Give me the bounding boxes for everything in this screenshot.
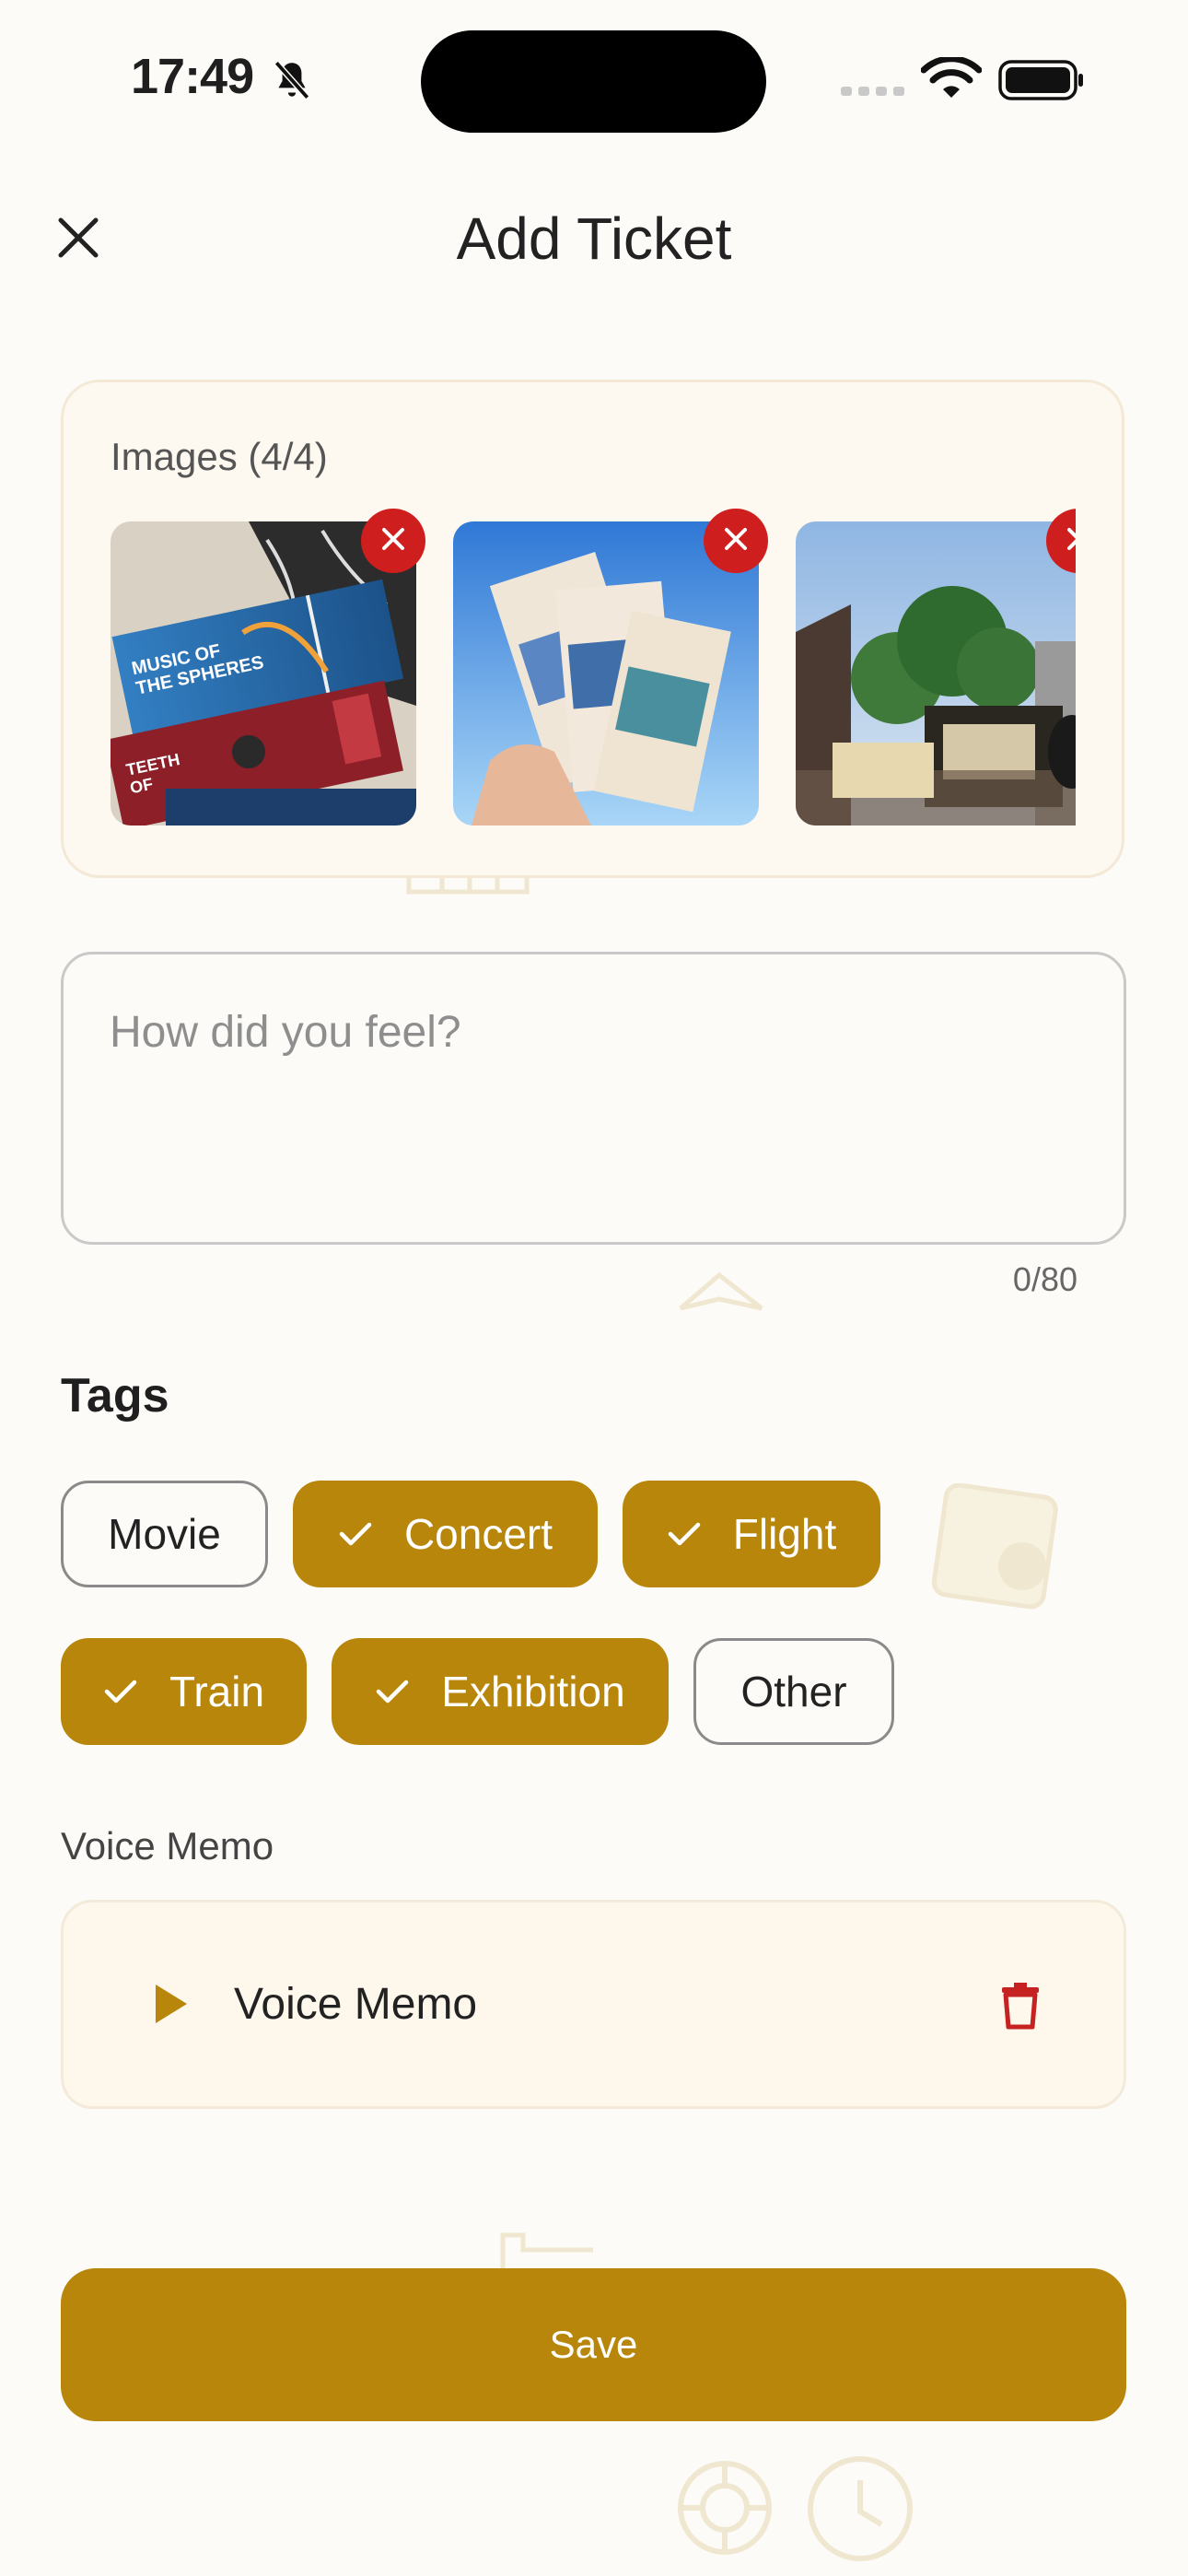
save-label: Save (549, 2323, 638, 2366)
feeling-input[interactable] (64, 954, 1124, 1242)
tag-chip-other[interactable]: Other (693, 1638, 894, 1745)
images-label: Images (4/4) (111, 435, 328, 478)
image-thumbnails-strip[interactable]: MUSIC OF THE SPHERES TEETH OF (111, 509, 1076, 840)
check-icon (338, 1520, 373, 1548)
tag-label: Flight (732, 1510, 837, 1558)
tag-label: Exhibition (441, 1668, 625, 1715)
decorative-photo-icon (930, 1482, 1068, 1617)
image-thumbnail-2[interactable] (453, 521, 759, 825)
check-icon (103, 1678, 138, 1705)
page-title: Add Ticket (456, 205, 732, 272)
tags-title: Tags (61, 1369, 169, 1423)
wifi-icon (920, 55, 983, 103)
remove-image-button-2[interactable] (704, 509, 768, 573)
close-icon (1065, 525, 1076, 557)
decorative-lifebuoy-icon (675, 2458, 775, 2562)
tag-chip-movie[interactable]: Movie (61, 1481, 268, 1587)
delete-voice-memo-button[interactable] (985, 1972, 1055, 2042)
voice-memo-section-label: Voice Memo (61, 1824, 274, 1868)
tag-chip-train[interactable]: Train (61, 1638, 307, 1745)
tag-label: Other (740, 1668, 847, 1715)
check-icon (667, 1520, 702, 1548)
dynamic-island (421, 30, 766, 133)
tag-chip-flight[interactable]: Flight (623, 1481, 880, 1587)
tag-label: Concert (403, 1510, 553, 1558)
remove-image-button-1[interactable] (361, 509, 425, 573)
image-thumbnail-1[interactable]: MUSIC OF THE SPHERES TEETH OF (111, 521, 416, 825)
play-icon (152, 1983, 189, 2030)
close-icon (722, 525, 750, 557)
voice-memo-card (61, 1900, 1126, 2109)
trash-icon (1001, 1980, 1040, 2034)
status-time: 17:49 (131, 49, 254, 104)
close-icon (379, 525, 407, 557)
play-button[interactable] (138, 1973, 203, 2038)
feeling-field[interactable] (61, 952, 1126, 1245)
tag-label: Movie (108, 1510, 221, 1558)
character-counter: 0/80 (1012, 1260, 1077, 1298)
voice-memo-title: Voice Memo (234, 1980, 478, 2029)
check-icon (375, 1678, 410, 1705)
decorative-clock-icon (806, 2454, 914, 2568)
bell-slash-icon (269, 57, 315, 103)
save-button[interactable]: Save (61, 2268, 1126, 2421)
battery-icon (998, 59, 1085, 101)
tag-chip-exhibition[interactable]: Exhibition (332, 1638, 669, 1745)
tag-chip-concert[interactable]: Concert (293, 1481, 598, 1587)
signal-icon (841, 85, 905, 98)
tag-label: Train (169, 1668, 265, 1715)
decorative-plane-icon (677, 1271, 765, 1322)
image-thumbnail-3[interactable] (796, 521, 1076, 825)
